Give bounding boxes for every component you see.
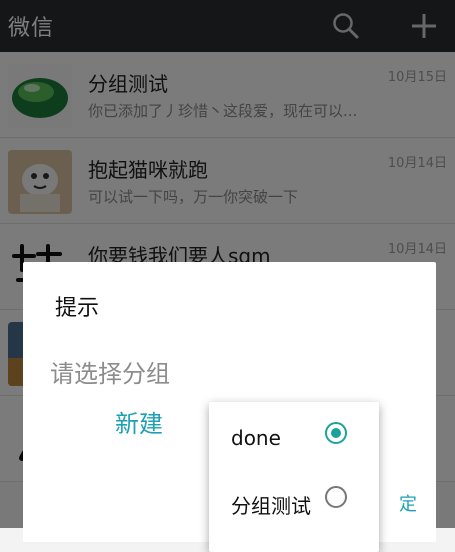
group-option-done[interactable]: done xyxy=(209,404,379,464)
dialog-message: 请选择分组 xyxy=(50,360,170,388)
group-options-popup: done 分组测试 xyxy=(209,402,379,552)
option-label: done xyxy=(231,426,281,450)
new-group-button[interactable]: 新建 xyxy=(115,404,163,439)
confirm-button[interactable]: 定 xyxy=(399,490,417,516)
dialog-title: 提示 xyxy=(55,296,100,321)
option-label: 分组测试 xyxy=(231,494,311,518)
group-option-test[interactable]: 分组测试 xyxy=(209,468,379,528)
radio-selected-icon[interactable] xyxy=(325,422,347,444)
radio-unselected-icon[interactable] xyxy=(325,486,347,508)
